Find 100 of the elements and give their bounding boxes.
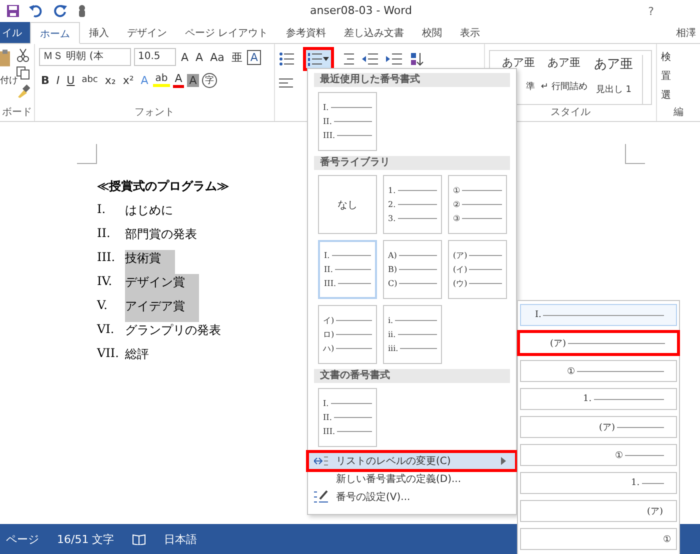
font-button[interactable]: A [194,50,206,64]
ribbon-tab[interactable]: ページ レイアウト [176,22,278,43]
crop-mark [77,144,97,164]
font-button[interactable]: A [247,50,261,64]
group-label: ボード [1,106,33,119]
scissors-icon[interactable] [16,48,30,62]
numbering-tile[interactable]: ① ② ③ [448,175,507,234]
font-button[interactable]: A [187,74,199,86]
section-header: 番号ライブラリ [314,156,510,170]
window-title: anser08-03 - Word [310,4,412,17]
font-button[interactable]: 亜 [229,50,244,64]
caret-icon [323,57,329,61]
crop-mark [625,144,645,164]
list-number: VI. [97,322,116,338]
level-option[interactable]: 1. [520,388,677,410]
font-button[interactable]: abc [80,75,100,85]
menu-item[interactable]: 新しい番号書式の定義(D)... [308,470,516,488]
paste-icon[interactable] [0,48,10,68]
indent-icon[interactable] [386,52,402,66]
copy-icon[interactable] [16,66,30,80]
numbering-tile[interactable]: 1. 2. 3. [383,175,442,234]
numbering-tile[interactable]: I. II. III. [318,240,377,299]
level-option[interactable]: ① [520,444,677,466]
menu-item[interactable]: 番号の設定(V)... [308,488,516,506]
book-icon[interactable] [132,533,146,545]
list-number: V. [97,298,108,314]
group-label: スタイル [550,106,592,119]
level-option[interactable]: ① [520,528,677,550]
font-button[interactable]: x₂ [102,74,118,86]
outdent-icon[interactable] [362,52,378,66]
status-item[interactable]: 日本語 [164,532,198,546]
list-item-text: グランプリの発表 [125,322,221,339]
ribbon-tab[interactable]: 挿入 [80,22,118,43]
menu-item[interactable]: リストのレベルの変更(C) [308,452,516,470]
ribbon-tab[interactable]: 相澤 [667,22,700,43]
submenu-arrow-icon [501,457,506,465]
redo-icon[interactable] [52,4,68,18]
list-item-text: 部門賞の発表 [125,226,197,243]
brush-icon[interactable] [16,84,30,98]
save-icon[interactable] [6,4,20,18]
font-button[interactable]: I [54,74,62,86]
section-header: 文書の番号書式 [314,369,510,383]
level-option[interactable]: (ア) [520,500,677,522]
level-option[interactable]: (ア) [517,330,680,356]
status-item[interactable]: 16/51 文字 [57,532,114,546]
list-item-text: デザイン賞 [125,274,199,298]
numbering-tile[interactable]: (ア) (イ) (ウ) [448,240,507,299]
style-preview[interactable]: あア亜 [594,55,634,73]
align-left-icon[interactable] [279,78,293,90]
font-button[interactable]: Aa [208,50,226,64]
font-name-field[interactable]: ＭＳ 明朝 (本 [39,48,131,66]
multilevel-icon[interactable] [342,52,354,66]
style-name[interactable]: 見出し 1 [596,83,632,96]
level-option[interactable]: 1. [520,472,677,494]
status-item[interactable]: ページ [6,532,39,546]
numbering-tile[interactable]: なし [318,175,377,234]
list-number: II. [97,226,112,242]
numbering-tile[interactable]: A) B) C) [383,240,442,299]
sort-icon[interactable] [410,52,424,66]
numbering-tile[interactable]: I. II. III. [318,388,377,447]
help-button[interactable]: ? [648,4,654,18]
list-number: IV. [97,274,114,290]
style-name[interactable]: ↵ 行間詰め [540,80,588,93]
ribbon-tab[interactable]: デザイン [118,22,176,43]
editing-button[interactable]: 選 [661,88,696,102]
font-button[interactable]: B [39,74,52,86]
paste-label[interactable]: 付け [0,74,18,87]
section-header: 最近使用した番号書式 [314,73,510,87]
editing-button[interactable]: 検 [661,50,696,64]
undo-icon[interactable] [28,4,44,18]
font-button[interactable]: x² [120,74,136,86]
level-option[interactable]: ① [520,360,677,382]
font-button[interactable]: A [179,50,191,64]
font-button[interactable]: A [172,72,184,88]
font-button[interactable]: ab [153,73,170,87]
style-preview[interactable]: あア亜 [502,55,536,70]
list-number: III. [97,250,116,266]
style-preview[interactable]: あア亜 [548,55,581,70]
font-button[interactable]: A [138,74,150,86]
level-option[interactable]: (ア) [520,416,677,438]
ribbon-tab[interactable]: 表示 [451,22,490,43]
bullets-icon[interactable] [279,52,295,66]
list-number: I. [97,202,107,218]
document-heading: ≪授賞式のプログラム≫ [97,179,229,193]
list-item-text: アイデア賞 [125,298,199,322]
level-option[interactable]: I. [520,304,677,326]
numbering-tile[interactable]: I. II. III. [318,92,377,151]
font-button[interactable]: U [64,74,77,86]
list-item-text: はじめに [125,202,173,219]
ribbon-tab[interactable]: 参考資料 [277,22,336,43]
editing-button[interactable]: 置 [661,69,696,83]
ribbon-tab[interactable]: ホーム [30,22,80,44]
font-button[interactable]: 字 [202,72,217,88]
ribbon-tab[interactable]: イル [0,22,30,43]
numbering-tile[interactable]: i. ii. iii. [383,305,442,364]
ribbon-tab[interactable]: 校閲 [413,22,452,43]
style-name[interactable]: 準 [526,80,536,93]
font-size-field[interactable]: 10.5 [134,48,176,66]
ribbon-tab[interactable]: 差し込み文書 [335,22,414,43]
numbering-tile[interactable]: イ) ロ) ハ) [318,305,377,364]
